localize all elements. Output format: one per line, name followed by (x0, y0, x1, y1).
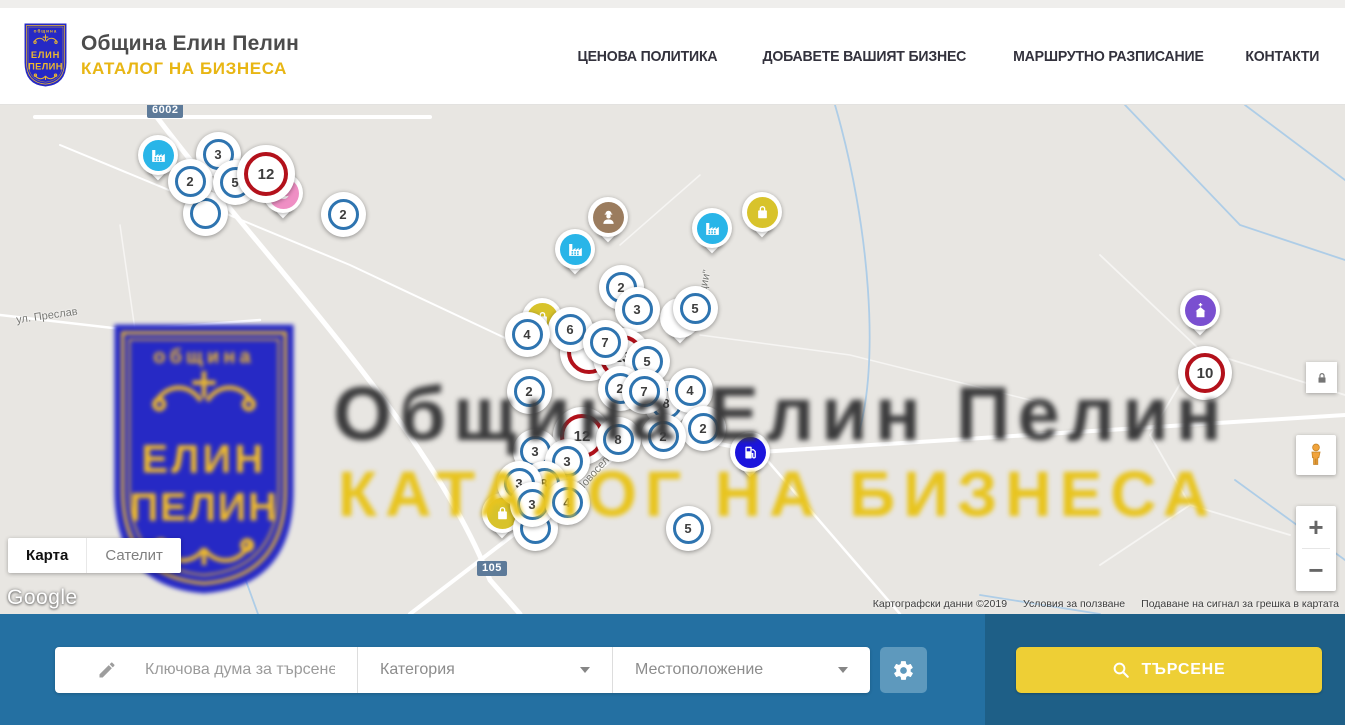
site-logo[interactable]: Община Елин Пелин КАТАЛОГ НА БИЗНЕСА (22, 22, 299, 88)
map-type-satellite-button[interactable]: Сателит (86, 538, 181, 573)
location-dropdown-label: Местоположение (635, 661, 763, 679)
cluster-marker[interactable]: 5 (673, 286, 718, 331)
cluster-marker[interactable]: 12 (237, 145, 295, 203)
church-icon (1185, 295, 1216, 326)
cluster-count: 2 (328, 199, 359, 230)
category-pin-church[interactable] (1180, 290, 1220, 344)
pin-disc (1180, 290, 1220, 330)
factory-icon (143, 140, 174, 171)
pencil-icon (97, 660, 117, 680)
search-settings-button[interactable] (880, 647, 927, 693)
attribution-terms-link[interactable]: Условия за ползване (1023, 598, 1125, 610)
map-type-control: Карта Сателит (8, 538, 181, 573)
category-pin-worker[interactable] (588, 197, 628, 251)
site-subtitle: КАТАЛОГ НА БИЗНЕСА (81, 59, 299, 79)
search-bar-section: Категория Местоположение ТЪРСЕНЕ (0, 614, 1345, 725)
attribution-copyright: Картографски данни ©2019 (873, 598, 1007, 610)
cluster-marker[interactable]: 2 (168, 159, 213, 204)
watermark-subtitle: КАТАЛОГ НА БИЗНЕСА (338, 457, 1217, 531)
search-pill: Категория Местоположение (55, 647, 870, 693)
factory-icon (697, 213, 728, 244)
cluster-count: 2 (175, 166, 206, 197)
lock-button[interactable] (1306, 362, 1337, 393)
search-icon (1112, 661, 1130, 679)
nav-item-contacts[interactable]: КОНТАКТИ (1246, 48, 1320, 65)
cluster-marker[interactable]: 3 (615, 287, 660, 332)
zoom-control: + − (1296, 506, 1336, 591)
top-strip (0, 0, 1345, 8)
pin-disc (692, 208, 732, 248)
search-button-label: ТЪРСЕНЕ (1141, 661, 1225, 679)
site-title: Община Елин Пелин (81, 32, 299, 56)
pegman-icon (1303, 442, 1329, 468)
main-nav: ЦЕНОВА ПОЛИТИКА ДОБАВЕТЕ ВАШИЯТ БИЗНЕС М… (573, 8, 1322, 105)
pin-disc (588, 197, 628, 237)
category-dropdown-label: Категория (380, 661, 455, 679)
watermark-title: Община Елин Пелин (333, 371, 1229, 458)
cluster-count: 6 (555, 314, 586, 345)
google-logo[interactable]: Google (7, 586, 78, 610)
location-dropdown[interactable]: Местоположение (612, 647, 870, 693)
category-pin-factory[interactable] (692, 208, 732, 262)
municipality-shield-logo (22, 22, 69, 88)
nav-item-add-business[interactable]: ДОБАВЕТЕ ВАШИЯТ БИЗНЕС (762, 48, 966, 65)
zoom-in-button[interactable]: + (1296, 506, 1336, 548)
worker-icon (593, 202, 624, 233)
nav-item-pricing[interactable]: ЦЕНОВА ПОЛИТИКА (578, 48, 718, 65)
cluster-count: 12 (244, 152, 288, 196)
factory-icon (560, 234, 591, 265)
cluster-marker[interactable]: 2 (321, 192, 366, 237)
chevron-down-icon (580, 667, 590, 673)
search-button[interactable]: ТЪРСЕНЕ (1016, 647, 1322, 693)
map-attribution: Картографски данни ©2019 Условия за полз… (873, 598, 1339, 610)
cluster-count: 3 (622, 294, 653, 325)
site-header: Община Елин Пелин КАТАЛОГ НА БИЗНЕСА ЦЕН… (0, 8, 1345, 105)
category-dropdown[interactable]: Категория (357, 647, 612, 693)
keyword-search-input[interactable] (145, 661, 335, 679)
bag-icon (747, 197, 778, 228)
cluster-count: 4 (512, 319, 543, 350)
lock-icon (1315, 371, 1329, 385)
cluster-marker[interactable]: 4 (505, 312, 550, 357)
cluster-count: 5 (680, 293, 711, 324)
attribution-report-error-link[interactable]: Подаване на сигнал за грешка в картата (1141, 598, 1339, 610)
zoom-out-button[interactable]: − (1296, 549, 1336, 591)
map-type-map-button[interactable]: Карта (8, 538, 86, 573)
keyword-section (55, 647, 357, 693)
category-pin-bag[interactable] (742, 192, 782, 246)
nav-item-route-schedule[interactable]: МАРШРУТНО РАЗПИСАНИЕ (1013, 48, 1204, 65)
google-map[interactable]: 6002 105 ул. Преслав бул. „Новосел ции" … (0, 105, 1345, 614)
cluster-marker[interactable]: 7 (583, 320, 628, 365)
chevron-down-icon (838, 667, 848, 673)
cluster-count: 7 (590, 327, 621, 358)
gear-icon (892, 659, 915, 682)
street-view-pegman-button[interactable] (1296, 435, 1336, 475)
pin-disc (742, 192, 782, 232)
